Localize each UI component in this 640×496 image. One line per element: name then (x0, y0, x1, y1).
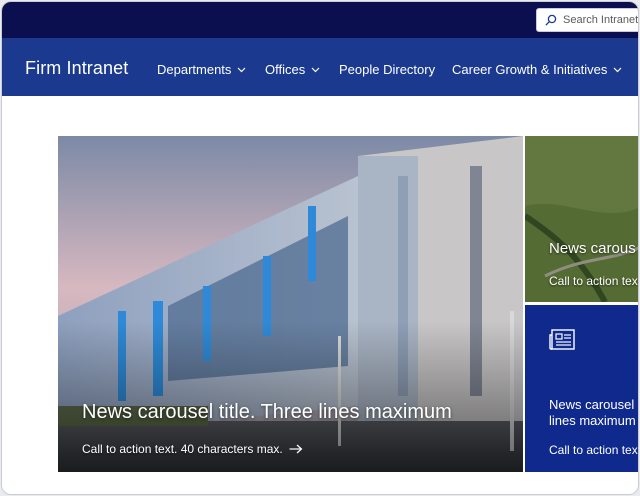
search-icon (543, 12, 559, 28)
nav-label: Offices (265, 62, 306, 77)
chevron-down-icon (613, 67, 622, 73)
search-input[interactable] (563, 14, 638, 26)
nav-offices[interactable]: Offices (265, 62, 320, 77)
card-title: News carousel lines maximum (549, 397, 636, 429)
hero-title: News carousel title. Three lines maximum (82, 401, 452, 423)
newspaper-icon (549, 329, 575, 356)
arrow-right-icon (289, 444, 303, 454)
news-card-blue[interactable]: News carousel lines maximum Call to acti… (525, 305, 638, 472)
top-bar (2, 2, 638, 38)
chevron-down-icon (311, 67, 320, 73)
hero-cta-link[interactable]: Call to action text. 40 characters max. (82, 442, 303, 456)
card-title-line1: News carousel (549, 397, 635, 412)
main-nav: Firm Intranet Departments Offices People… (2, 38, 638, 96)
chevron-down-icon (237, 67, 246, 73)
browser-frame: Firm Intranet Departments Offices People… (1, 1, 639, 495)
card-cta-text[interactable]: Call to action tex (549, 443, 638, 457)
nav-departments[interactable]: Departments (157, 62, 246, 77)
card-cta-text[interactable]: Call to action tex (549, 274, 638, 288)
nav-label: Career Growth & Initiatives (452, 62, 608, 77)
card-title: News carous (549, 240, 636, 257)
nav-people-directory[interactable]: People Directory (339, 62, 435, 77)
hero-carousel-slide[interactable]: News carousel title. Three lines maximum… (58, 136, 523, 472)
site-title[interactable]: Firm Intranet (25, 58, 128, 79)
card-title-line2: lines maximum (549, 413, 636, 428)
nav-label: People Directory (339, 62, 436, 77)
news-card-image[interactable]: News carous Call to action tex (525, 136, 638, 302)
nav-career-growth[interactable]: Career Growth & Initiatives (452, 62, 622, 77)
nav-label: Departments (157, 62, 232, 77)
search-box[interactable] (536, 8, 638, 32)
hero-cta-text: Call to action text. 40 characters max. (82, 442, 283, 456)
